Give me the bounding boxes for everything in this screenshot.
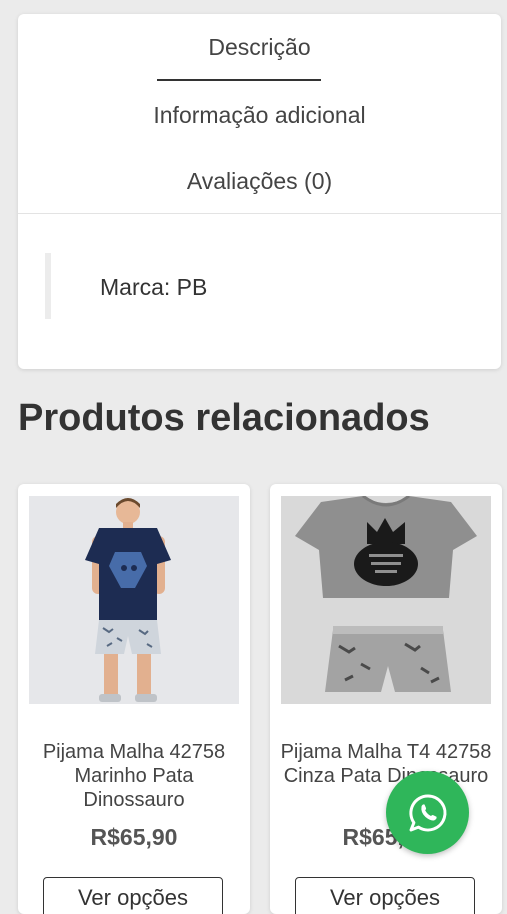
product-tabs-panel: Descrição Informação adicional Avaliaçõe… [18,14,501,369]
tab-informacao-adicional[interactable]: Informação adicional [18,102,501,129]
product-name[interactable]: Pijama Malha T4 42758 Cinza Pata Dinossa… [276,740,496,788]
tab-descricao[interactable]: Descrição [18,34,501,61]
product-image[interactable] [281,496,491,704]
whatsapp-icon [408,793,446,831]
brand-text: Marca: PB [100,274,208,300]
view-options-button[interactable]: Ver opções [295,877,475,914]
product-image[interactable] [29,496,239,704]
product-card[interactable]: Pijama Malha T4 42758 Cinza Pata Dinossa… [270,484,502,914]
quote-bar [45,253,51,319]
active-tab-indicator [157,79,321,81]
whatsapp-chat-button[interactable] [386,771,469,854]
product-name[interactable]: Pijama Malha 42758 Marinho Pata Dinossau… [24,740,244,812]
tab-avaliacoes[interactable]: Avaliações (0) [18,168,501,195]
related-products-title: Produtos relacionados [18,397,430,439]
tabs-divider [18,213,501,214]
view-options-button[interactable]: Ver opções [43,877,223,914]
product-price: R$65,90 [90,824,178,850]
product-price: R$65,90 [342,824,430,850]
product-card[interactable]: Pijama Malha 42758 Marinho Pata Dinossau… [18,484,250,914]
